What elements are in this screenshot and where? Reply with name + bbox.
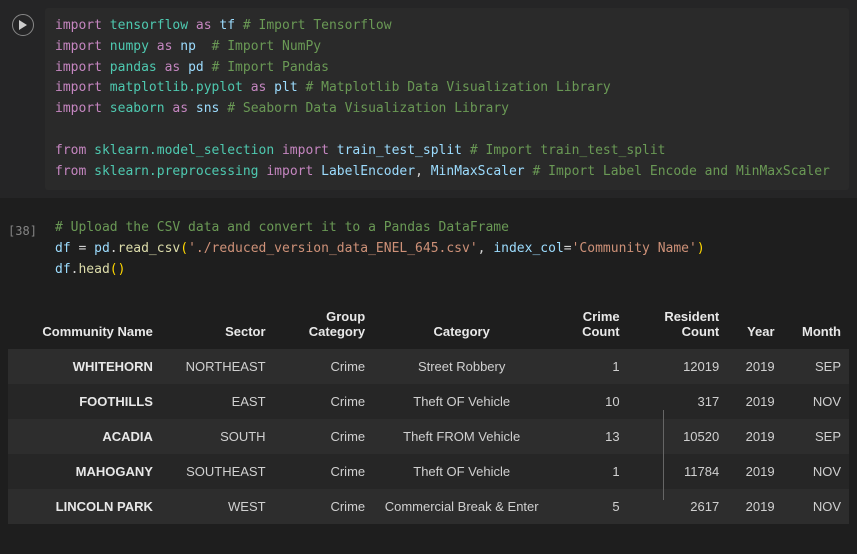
- table-header-row: Community Name Sector GroupCategory Cate…: [8, 299, 849, 349]
- col-header: Sector: [163, 299, 274, 349]
- table-row: LINCOLN PARKWESTCrimeCommercial Break & …: [8, 489, 849, 524]
- cell-crime-count: 5: [550, 489, 627, 524]
- cell-group: Crime: [274, 384, 374, 419]
- code-cell-1: import tensorflow as tf # Import Tensorf…: [0, 0, 857, 198]
- table-row: MAHOGANYSOUTHEASTCrimeTheft OF Vehicle11…: [8, 454, 849, 489]
- cell-resident-count: 2617: [628, 489, 728, 524]
- row-index: FOOTHILLS: [8, 384, 163, 419]
- col-header: GroupCategory: [274, 299, 374, 349]
- cell-month: SEP: [783, 349, 849, 384]
- code-cell-2: [38] # Upload the CSV data and convert i…: [0, 210, 857, 288]
- cell-resident-count: 12019: [628, 349, 728, 384]
- cell-sector: SOUTHEAST: [163, 454, 274, 489]
- cell-year: 2019: [727, 349, 782, 384]
- index-header: Community Name: [8, 299, 163, 349]
- col-header: ResidentCount: [628, 299, 728, 349]
- play-icon: [18, 20, 28, 30]
- cell-sector: SOUTH: [163, 419, 274, 454]
- cell-category: Theft OF Vehicle: [373, 384, 550, 419]
- cell-gutter: [0, 8, 45, 190]
- row-index: WHITEHORN: [8, 349, 163, 384]
- cell-year: 2019: [727, 489, 782, 524]
- col-header: Category: [373, 299, 550, 349]
- cell-category: Street Robbery: [373, 349, 550, 384]
- col-header: Year: [727, 299, 782, 349]
- table-row: WHITEHORNNORTHEASTCrimeStreet Robbery112…: [8, 349, 849, 384]
- cell-year: 2019: [727, 419, 782, 454]
- col-header: CrimeCount: [550, 299, 627, 349]
- cell-group: Crime: [274, 454, 374, 489]
- cell-year: 2019: [727, 384, 782, 419]
- cell-resident-count: 317: [628, 384, 728, 419]
- dataframe-table: Community Name Sector GroupCategory Cate…: [8, 299, 849, 524]
- cell-month: SEP: [783, 419, 849, 454]
- cell-crime-count: 1: [550, 454, 627, 489]
- cell-category: Theft OF Vehicle: [373, 454, 550, 489]
- cell-month: NOV: [783, 489, 849, 524]
- run-button[interactable]: [12, 14, 34, 36]
- cursor-indicator: [663, 410, 664, 500]
- cell-month: NOV: [783, 454, 849, 489]
- code-editor-2[interactable]: # Upload the CSV data and convert it to …: [45, 218, 857, 280]
- code-editor-1[interactable]: import tensorflow as tf # Import Tensorf…: [45, 8, 849, 190]
- col-header: Month: [783, 299, 849, 349]
- cell-crime-count: 10: [550, 384, 627, 419]
- cell-group: Crime: [274, 349, 374, 384]
- cell-category: Theft FROM Vehicle: [373, 419, 550, 454]
- cell-year: 2019: [727, 454, 782, 489]
- cell-category: Commercial Break & Enter: [373, 489, 550, 524]
- cell-sector: WEST: [163, 489, 274, 524]
- cell-sector: EAST: [163, 384, 274, 419]
- table-row: ACADIASOUTHCrimeTheft FROM Vehicle131052…: [8, 419, 849, 454]
- cell-resident-count: 11784: [628, 454, 728, 489]
- cell-resident-count: 10520: [628, 419, 728, 454]
- row-index: MAHOGANY: [8, 454, 163, 489]
- row-index: LINCOLN PARK: [8, 489, 163, 524]
- cell-sector: NORTHEAST: [163, 349, 274, 384]
- row-index: ACADIA: [8, 419, 163, 454]
- cell-crime-count: 1: [550, 349, 627, 384]
- cell-crime-count: 13: [550, 419, 627, 454]
- cell-gutter: [38]: [0, 218, 45, 280]
- table-row: FOOTHILLSEASTCrimeTheft OF Vehicle103172…: [8, 384, 849, 419]
- cell-output: Community Name Sector GroupCategory Cate…: [0, 289, 857, 534]
- table-body: WHITEHORNNORTHEASTCrimeStreet Robbery112…: [8, 349, 849, 524]
- cell-month: NOV: [783, 384, 849, 419]
- cell-group: Crime: [274, 489, 374, 524]
- cell-group: Crime: [274, 419, 374, 454]
- execution-count: [38]: [8, 224, 37, 238]
